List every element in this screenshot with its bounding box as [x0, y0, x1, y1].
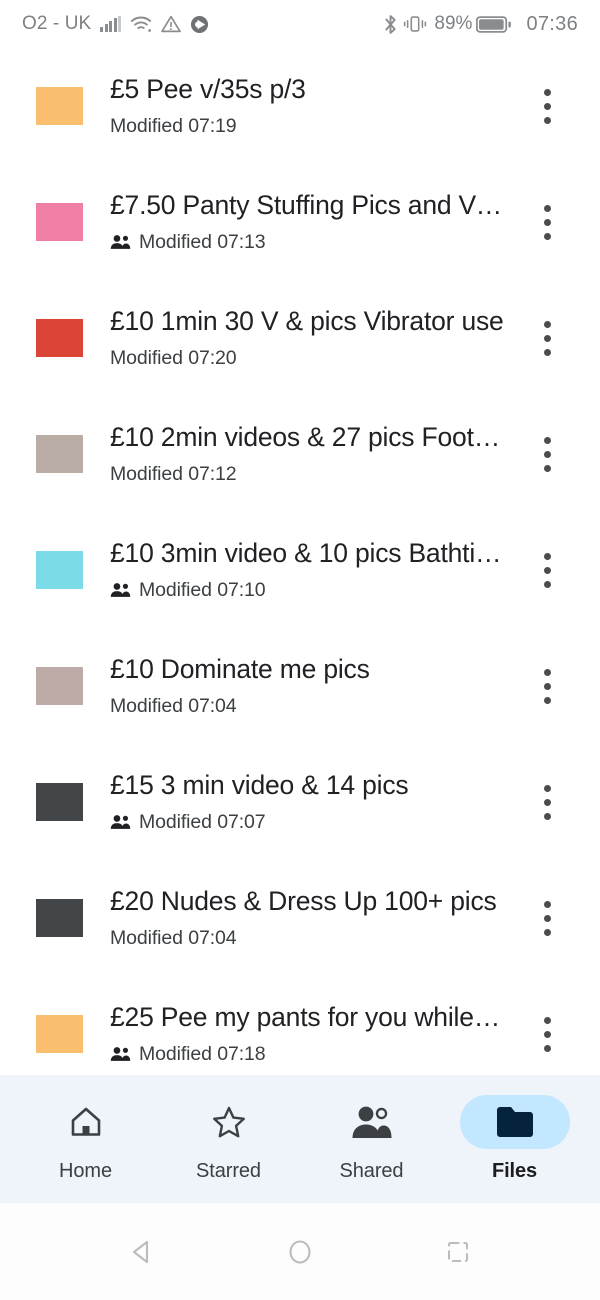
- file-name: £10 2min videos & 27 pics Foot …: [110, 422, 504, 453]
- file-name: £15 3 min video & 14 pics: [110, 770, 409, 801]
- overflow-menu-icon[interactable]: [516, 204, 578, 240]
- star-icon: [174, 1095, 284, 1149]
- file-meta: Modified 07:10: [110, 579, 504, 602]
- battery-percent-label: 89%: [434, 13, 473, 34]
- shared-people-icon: [110, 583, 131, 597]
- back-triangle-icon[interactable]: [111, 1221, 173, 1283]
- overflow-menu-icon[interactable]: [516, 436, 578, 472]
- file-name: £25 Pee my pants for you while t…: [110, 1002, 504, 1033]
- file-item-text: £15 3 min video & 14 pics Modified 07:07: [110, 770, 516, 833]
- file-modified-label: Modified 07:07: [139, 810, 266, 833]
- overflow-menu-icon[interactable]: [516, 1016, 578, 1052]
- file-modified-label: Modified 07:04: [110, 926, 237, 949]
- file-modified-label: Modified 07:10: [139, 578, 266, 601]
- folder-icon: [36, 87, 83, 125]
- shared-people-icon: [110, 815, 131, 829]
- overflow-menu-icon[interactable]: [516, 552, 578, 588]
- wifi-icon: [130, 16, 152, 33]
- shared-people-icon: [110, 235, 131, 249]
- people-icon: [317, 1095, 427, 1149]
- carrier-label: O2 - UK: [22, 13, 92, 34]
- file-item-text: £10 1min 30 V & pics Vibrator use Modifie…: [110, 306, 516, 369]
- file-name: £5 Pee v/35s p/3: [110, 74, 306, 105]
- file-meta: Modified 07:13: [110, 231, 504, 254]
- folder-icon: [36, 319, 83, 357]
- file-meta: Modified 07:20: [110, 347, 504, 370]
- folder-icon: [36, 203, 83, 241]
- overflow-menu-icon[interactable]: [516, 88, 578, 124]
- file-list-item[interactable]: £10 3min video & 10 pics Bathti… Modified…: [0, 512, 600, 628]
- file-modified-label: Modified 07:19: [110, 114, 237, 137]
- file-meta: Modified 07:04: [110, 927, 504, 950]
- file-item-text: £7.50 Panty Stuffing Pics and Vi… Modifie…: [110, 190, 516, 253]
- file-list-item[interactable]: £10 1min 30 V & pics Vibrator use Modifie…: [0, 280, 600, 396]
- file-list-item[interactable]: £20 Nudes & Dress Up 100+ pics Modified 0…: [0, 860, 600, 976]
- file-meta: Modified 07:12: [110, 463, 504, 486]
- overflow-menu-icon[interactable]: [516, 900, 578, 936]
- status-bar-right: 89% 07:36: [383, 13, 578, 36]
- file-name: £10 3min video & 10 pics Bathti…: [110, 538, 502, 569]
- folder-icon: [36, 435, 83, 473]
- status-bar-left: O2 - UK: [22, 13, 209, 35]
- file-modified-label: Modified 07:20: [110, 346, 237, 369]
- file-name: £20 Nudes & Dress Up 100+ pics: [110, 886, 497, 917]
- file-name: £10 Dominate me pics: [110, 654, 370, 685]
- file-modified-label: Modified 07:18: [139, 1042, 266, 1065]
- file-meta: Modified 07:19: [110, 115, 504, 138]
- folder-icon: [36, 551, 83, 589]
- file-modified-label: Modified 07:13: [139, 230, 266, 253]
- overflow-menu-icon[interactable]: [516, 668, 578, 704]
- folder-icon: [36, 899, 83, 937]
- file-item-text: £10 2min videos & 27 pics Foot … Modified…: [110, 422, 516, 485]
- bluetooth-icon: [383, 14, 398, 35]
- circle-play-icon: [190, 15, 209, 34]
- file-meta: Modified 07:04: [110, 695, 504, 718]
- file-name: £7.50 Panty Stuffing Pics and Vi…: [110, 190, 504, 221]
- folder-icon: [36, 1015, 83, 1053]
- drive-files-screen: O2 - UK 89% 07:36 £5 Pee v/35s p/3 Modif…: [0, 0, 600, 1300]
- file-item-text: £5 Pee v/35s p/3 Modified 07:19: [110, 74, 516, 137]
- battery-icon: [476, 15, 512, 34]
- file-list-item[interactable]: £7.50 Panty Stuffing Pics and Vi… Modifie…: [0, 164, 600, 280]
- nav-item-label: Starred: [196, 1160, 261, 1182]
- nav-item-home[interactable]: Home: [20, 1095, 152, 1183]
- nav-item-label: Files: [491, 1160, 538, 1182]
- file-meta: Modified 07:18: [110, 1043, 504, 1066]
- nav-item-label: Shared: [339, 1160, 404, 1182]
- nav-item-starred[interactable]: Starred: [163, 1095, 295, 1183]
- bottom-navigation-bar: Home Starred Shared Files: [0, 1075, 600, 1203]
- file-list[interactable]: £5 Pee v/35s p/3 Modified 07:19 £7.50 Pant…: [0, 48, 600, 1103]
- status-bar: O2 - UK 89% 07:36: [0, 0, 600, 48]
- nav-item-shared[interactable]: Shared: [306, 1095, 438, 1183]
- folder-icon: [36, 667, 83, 705]
- home-circle-icon[interactable]: [269, 1221, 331, 1283]
- file-list-item[interactable]: £15 3 min video & 14 pics Modified 07:07: [0, 744, 600, 860]
- file-list-item[interactable]: £10 Dominate me pics Modified 07:04: [0, 628, 600, 744]
- folder-icon: [459, 1095, 570, 1149]
- file-modified-label: Modified 07:04: [110, 694, 237, 717]
- clock-label: 07:36: [526, 12, 578, 35]
- warning-triangle-icon: [161, 15, 182, 33]
- nav-item-files[interactable]: Files: [449, 1095, 581, 1183]
- file-item-text: £10 3min video & 10 pics Bathti… Modified…: [110, 538, 516, 601]
- vibrate-icon: [403, 14, 427, 34]
- recents-square-icon[interactable]: [427, 1221, 489, 1283]
- file-item-text: £10 Dominate me pics Modified 07:04: [110, 654, 516, 717]
- file-modified-label: Modified 07:12: [110, 462, 237, 485]
- file-name: £10 1min 30 V & pics Vibrator use: [110, 306, 504, 337]
- overflow-menu-icon[interactable]: [516, 784, 578, 820]
- home-icon: [31, 1095, 141, 1149]
- shared-people-icon: [110, 1047, 131, 1061]
- file-list-item[interactable]: £5 Pee v/35s p/3 Modified 07:19: [0, 48, 600, 164]
- android-system-navigation-bar: [0, 1203, 600, 1300]
- overflow-menu-icon[interactable]: [516, 320, 578, 356]
- file-item-text: £20 Nudes & Dress Up 100+ pics Modified 0…: [110, 886, 516, 949]
- file-meta: Modified 07:07: [110, 811, 504, 834]
- nav-item-label: Home: [59, 1160, 112, 1182]
- file-item-text: £25 Pee my pants for you while t… Modifie…: [110, 1002, 516, 1065]
- file-list-item[interactable]: £10 2min videos & 27 pics Foot … Modified…: [0, 396, 600, 512]
- folder-icon: [36, 783, 83, 821]
- signal-bars-icon: [100, 16, 122, 32]
